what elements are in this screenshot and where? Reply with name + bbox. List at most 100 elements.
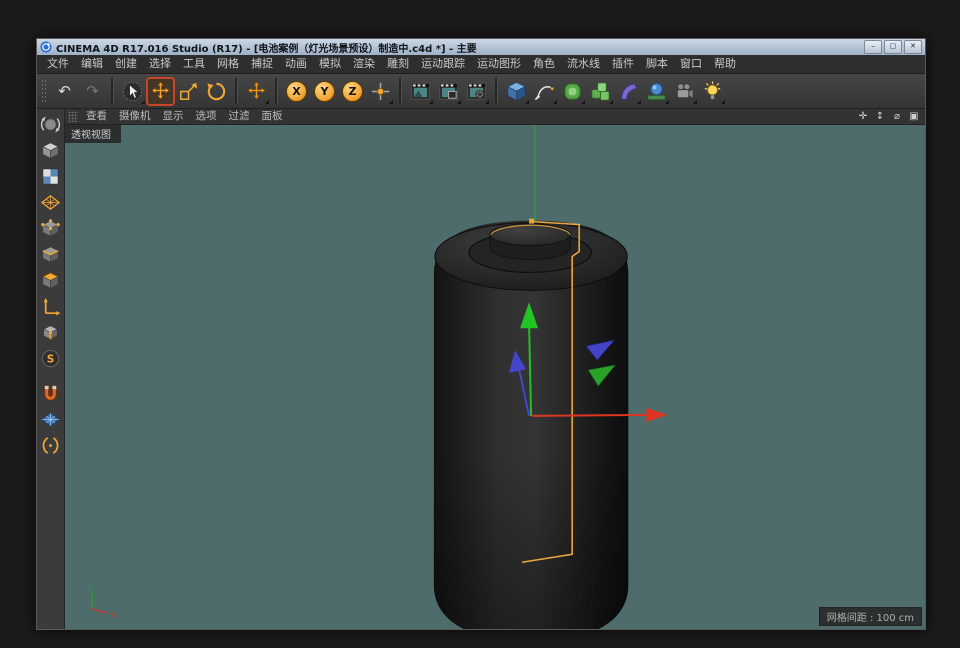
add-environment-button[interactable] — [643, 78, 670, 105]
x-axis-lock-button[interactable]: X — [283, 78, 310, 105]
viewport-solo-button[interactable] — [39, 320, 63, 344]
menu-tools[interactable]: 工具 — [177, 55, 211, 73]
render-view-button[interactable] — [407, 78, 434, 105]
menu-file[interactable]: 文件 — [41, 55, 75, 73]
menu-plugins[interactable]: 插件 — [606, 55, 640, 73]
spline-point-handle[interactable] — [529, 218, 535, 224]
add-camera-button[interactable] — [671, 78, 698, 105]
pan-view-icon[interactable]: ✛ — [856, 111, 870, 122]
vp-menu-options[interactable]: 选项 — [190, 109, 223, 124]
axis-mode-icon — [43, 297, 61, 315]
polygons-mode-button[interactable] — [39, 268, 63, 292]
texture-tool-button[interactable]: S — [39, 346, 63, 370]
gizmo-x-arrowhead[interactable] — [646, 407, 668, 422]
menu-sculpt[interactable]: 雕刻 — [381, 55, 415, 73]
menu-bar: 文件 编辑 创建 选择 工具 网格 捕捉 动画 模拟 渲染 雕刻 运动跟踪 运动… — [37, 55, 925, 74]
edges-mode-button[interactable] — [39, 242, 63, 266]
live-selection-tool[interactable] — [119, 78, 146, 105]
add-spline-button[interactable] — [531, 78, 558, 105]
add-generator-button[interactable] — [559, 78, 586, 105]
undo-icon: ↶ — [58, 82, 71, 100]
vp-menu-panel[interactable]: 面板 — [256, 109, 289, 124]
recent-tool-button[interactable] — [243, 78, 270, 105]
z-axis-lock-icon: Z — [342, 80, 363, 102]
live-selection-icon — [122, 81, 143, 101]
edges-mode-icon — [42, 246, 59, 263]
y-axis-lock-icon: Y — [314, 80, 335, 102]
close-button[interactable]: ✕ — [904, 40, 922, 54]
add-primitive-button[interactable] — [503, 78, 530, 105]
add-mograph-button[interactable] — [587, 78, 614, 105]
z-axis-lock-button[interactable]: Z — [339, 78, 366, 105]
menu-mesh[interactable]: 网格 — [211, 55, 245, 73]
render-picture-viewer-icon — [439, 82, 458, 100]
cube-icon — [507, 81, 526, 101]
dolly-view-icon[interactable]: ↕ — [873, 111, 887, 122]
make-editable-button[interactable] — [39, 112, 63, 136]
polygons-mode-icon — [42, 271, 59, 289]
menu-snap[interactable]: 捕捉 — [245, 55, 279, 73]
model-mode-button[interactable] — [39, 138, 63, 162]
view-label[interactable]: 透视视图 — [65, 125, 121, 143]
recent-move-icon — [247, 80, 266, 100]
undo-button[interactable]: ↶ — [51, 78, 78, 105]
redo-button[interactable]: ↷ — [79, 78, 106, 105]
vp-menu-display[interactable]: 显示 — [157, 109, 190, 124]
quantize-button[interactable] — [39, 433, 63, 457]
add-deformer-button[interactable] — [615, 78, 642, 105]
menu-pipeline[interactable]: 流水线 — [561, 55, 606, 73]
y-axis-lock-button[interactable]: Y — [311, 78, 338, 105]
vp-menu-cameras[interactable]: 摄像机 — [113, 109, 157, 124]
menu-render[interactable]: 渲染 — [347, 55, 381, 73]
viewport-drag-handle[interactable] — [68, 111, 78, 122]
rotate-view-icon[interactable]: ⌀ — [890, 111, 904, 122]
menu-edit[interactable]: 编辑 — [75, 55, 109, 73]
maximize-button[interactable]: ▢ — [884, 40, 902, 54]
scale-tool[interactable] — [175, 78, 202, 105]
menu-animate[interactable]: 动画 — [279, 55, 313, 73]
viewport-canvas[interactable]: 透视视图 y x 网格间距: 100 cm — [65, 125, 925, 629]
points-mode-button[interactable] — [39, 216, 63, 240]
environment-icon — [647, 82, 666, 100]
enable-axis-button[interactable] — [39, 294, 63, 318]
vp-menu-view[interactable]: 查看 — [80, 109, 113, 124]
vp-menu-filter[interactable]: 过滤 — [223, 109, 256, 124]
workplane-snap-button[interactable] — [39, 407, 63, 431]
window-title: CINEMA 4D R17.016 Studio (R17) - [电池案例（灯… — [56, 43, 477, 55]
render-settings-button[interactable] — [463, 78, 490, 105]
enable-snap-button[interactable] — [39, 381, 63, 405]
mograph-icon — [591, 81, 610, 101]
points-mode-icon — [41, 218, 60, 237]
move-tool[interactable] — [147, 77, 174, 105]
menu-select[interactable]: 选择 — [143, 55, 177, 73]
menu-script[interactable]: 脚本 — [640, 55, 674, 73]
coordinate-system-button[interactable] — [367, 78, 394, 105]
render-picture-viewer-button[interactable] — [435, 78, 462, 105]
menu-simulate[interactable]: 模拟 — [313, 55, 347, 73]
menu-motion-tracker[interactable]: 运动跟踪 — [415, 55, 471, 73]
title-bar[interactable]: CINEMA 4D R17.016 Studio (R17) - [电池案例（灯… — [37, 39, 925, 55]
toolbar-drag-handle[interactable] — [41, 79, 47, 103]
viewport-solo-icon — [43, 324, 58, 340]
texture-mode-button[interactable] — [39, 164, 63, 188]
redo-icon: ↷ — [86, 82, 99, 100]
rotate-tool[interactable] — [203, 78, 230, 105]
gizmo-x-axis[interactable] — [532, 413, 651, 417]
add-light-button[interactable] — [699, 78, 726, 105]
menu-mograph[interactable]: 运动图形 — [471, 55, 527, 73]
render-settings-icon — [467, 82, 486, 100]
workplane-snap-icon — [41, 411, 60, 427]
menu-create[interactable]: 创建 — [109, 55, 143, 73]
mode-sidebar: S — [37, 109, 65, 629]
make-editable-icon — [40, 115, 61, 133]
minimize-button[interactable]: – — [864, 40, 882, 54]
app-window: CINEMA 4D R17.016 Studio (R17) - [电池案例（灯… — [36, 38, 926, 630]
menu-help[interactable]: 帮助 — [708, 55, 742, 73]
battery-object[interactable] — [433, 220, 629, 629]
menu-window[interactable]: 窗口 — [674, 55, 708, 73]
toolbar-separator — [399, 78, 402, 104]
menu-character[interactable]: 角色 — [527, 55, 561, 73]
texture-s-icon: S — [41, 349, 60, 367]
workplane-mode-button[interactable] — [39, 190, 63, 214]
toggle-view-icon[interactable]: ▣ — [907, 111, 921, 122]
